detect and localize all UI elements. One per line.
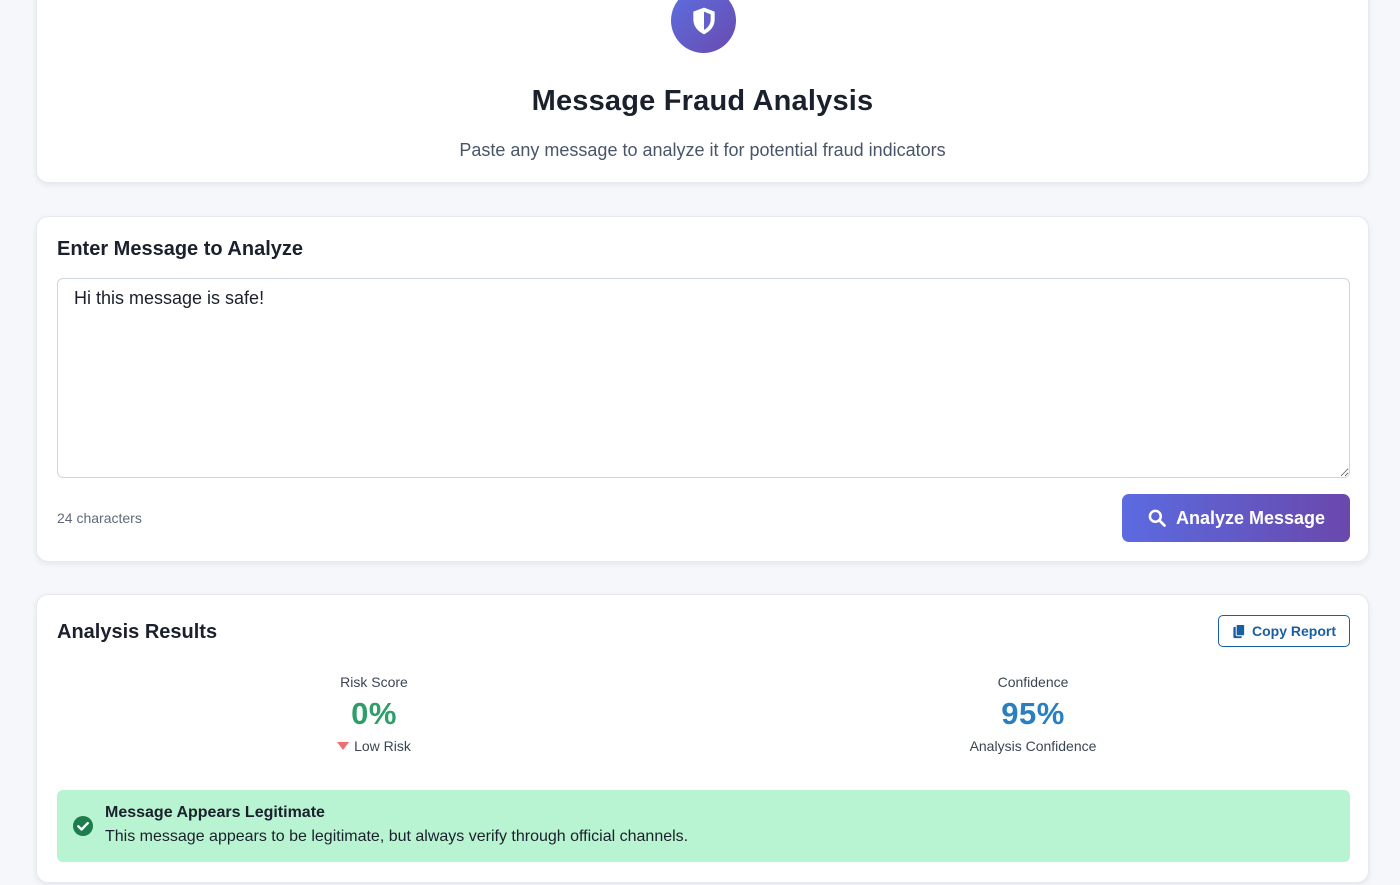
analyze-button-label: Analyze Message (1175, 507, 1326, 528)
shield-icon (692, 7, 715, 34)
check-circle-icon (73, 816, 93, 836)
alert-title: Message Appears Legitimate (105, 804, 325, 821)
analyze-message-button[interactable]: Analyze Message (1122, 494, 1350, 542)
header-card: Message Fraud Analysis Paste any message… (36, 0, 1369, 183)
alert-text: This message appears to be legitimate, b… (105, 828, 689, 845)
risk-level-label: Low Risk (354, 738, 411, 754)
risk-score-label: Risk Score (340, 674, 408, 690)
risk-score-metric: Risk Score 0% Low Risk (224, 674, 524, 754)
analysis-results-card: Analysis Results Copy Report Risk Score … (36, 594, 1369, 883)
confidence-label: Confidence (997, 674, 1069, 690)
message-input-card: Enter Message to Analyze Hi this message… (36, 216, 1369, 562)
confidence-metric: Confidence 95% Analysis Confidence (883, 674, 1183, 754)
copy-icon (1233, 623, 1246, 638)
down-triangle-icon (337, 742, 350, 750)
results-section-title: Analysis Results (57, 621, 218, 643)
page-title: Message Fraud Analysis (531, 85, 874, 117)
copy-report-label: Copy Report (1252, 623, 1336, 639)
character-count: 24 characters (57, 510, 142, 526)
confidence-sub-label: Analysis Confidence (969, 738, 1097, 754)
search-icon (1148, 509, 1166, 527)
confidence-value: 95% (1001, 696, 1065, 731)
page-subtitle: Paste any message to analyze it for pote… (459, 140, 946, 160)
risk-score-value: 0% (351, 696, 397, 731)
confidence-sub: Analysis Confidence (883, 738, 1183, 754)
shield-badge (671, 0, 736, 53)
message-textarea[interactable]: Hi this message is safe! (57, 278, 1350, 478)
legitimate-alert: Message Appears Legitimate This message … (57, 790, 1350, 862)
input-section-title: Enter Message to Analyze (57, 238, 304, 260)
risk-level: Low Risk (224, 738, 524, 754)
copy-report-button[interactable]: Copy Report (1218, 615, 1350, 647)
